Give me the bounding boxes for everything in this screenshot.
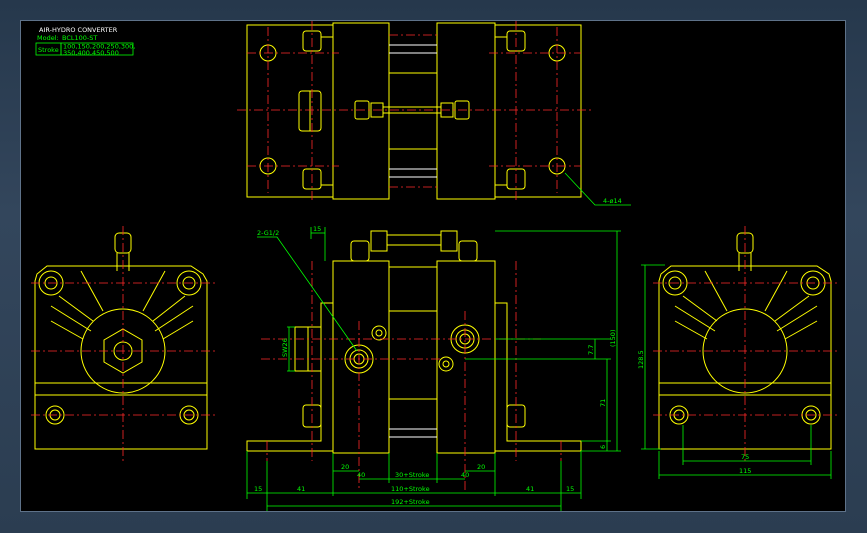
front-left-foot bbox=[246, 302, 334, 453]
dim-7-7: 7.7 bbox=[587, 345, 595, 355]
left-side-outline bbox=[34, 265, 208, 384]
front-view: 2-G1/2 15 SW26 20 40 30+Stroke 40 20 15 … bbox=[246, 225, 621, 511]
dim-40-left: 40 bbox=[357, 471, 365, 479]
top-view: 4-ø14 bbox=[237, 21, 631, 206]
dim-115: 115 bbox=[739, 467, 751, 475]
dim-128-5: 128.5 bbox=[637, 350, 645, 369]
model-value: BCL100-ST bbox=[62, 34, 97, 42]
dim-192-stroke: 192+Stroke bbox=[391, 498, 430, 506]
dim-150: (150) bbox=[609, 330, 617, 347]
dim-15-right: 15 bbox=[566, 485, 574, 493]
front-dims-row3: 192+Stroke bbox=[267, 498, 561, 507]
front-right-foot bbox=[494, 302, 582, 453]
port-callout: 2-G1/2 bbox=[257, 229, 279, 237]
right-side-view: 128.5 75 115 bbox=[637, 226, 839, 479]
dim-71: 71 bbox=[599, 399, 607, 407]
holes-callout: 4-ø14 bbox=[603, 197, 622, 205]
port-offset-dim: 15 bbox=[313, 225, 321, 233]
title-block: AIR-HYDRO CONVERTER Model: BCL100-ST Str… bbox=[35, 26, 135, 57]
drawing-canvas[interactable]: AIR-HYDRO CONVERTER Model: BCL100-ST Str… bbox=[20, 20, 846, 512]
top-right-body bbox=[436, 22, 496, 200]
top-left-body bbox=[332, 22, 390, 200]
dim-15-left: 15 bbox=[254, 485, 262, 493]
dim-20-left: 20 bbox=[341, 463, 349, 471]
left-side-view bbox=[31, 226, 215, 461]
front-left-body bbox=[332, 260, 390, 454]
dim-40-right: 40 bbox=[461, 471, 469, 479]
cad-drawing: AIR-HYDRO CONVERTER Model: BCL100-ST Str… bbox=[31, 21, 839, 511]
dim-41-right: 41 bbox=[526, 485, 534, 493]
dim-6: 6 bbox=[599, 445, 607, 449]
dim-30-stroke: 30+Stroke bbox=[395, 471, 429, 479]
stroke-values-line2: 350,400,450,500 bbox=[63, 49, 119, 57]
model-label: Model: bbox=[37, 34, 59, 42]
front-dims-vertical: 7.7 (150) 71 6 bbox=[465, 230, 621, 452]
dim-41-left: 41 bbox=[297, 485, 305, 493]
port-leader bbox=[257, 236, 358, 352]
dim-110-stroke: 110+Stroke bbox=[391, 485, 430, 493]
dim-75: 75 bbox=[741, 453, 749, 461]
drawing-title: AIR-HYDRO CONVERTER bbox=[39, 26, 118, 34]
dim-20-right: 20 bbox=[477, 463, 485, 471]
stroke-label: Stroke bbox=[38, 46, 59, 54]
hex-size-dim: SW26 bbox=[281, 338, 289, 357]
